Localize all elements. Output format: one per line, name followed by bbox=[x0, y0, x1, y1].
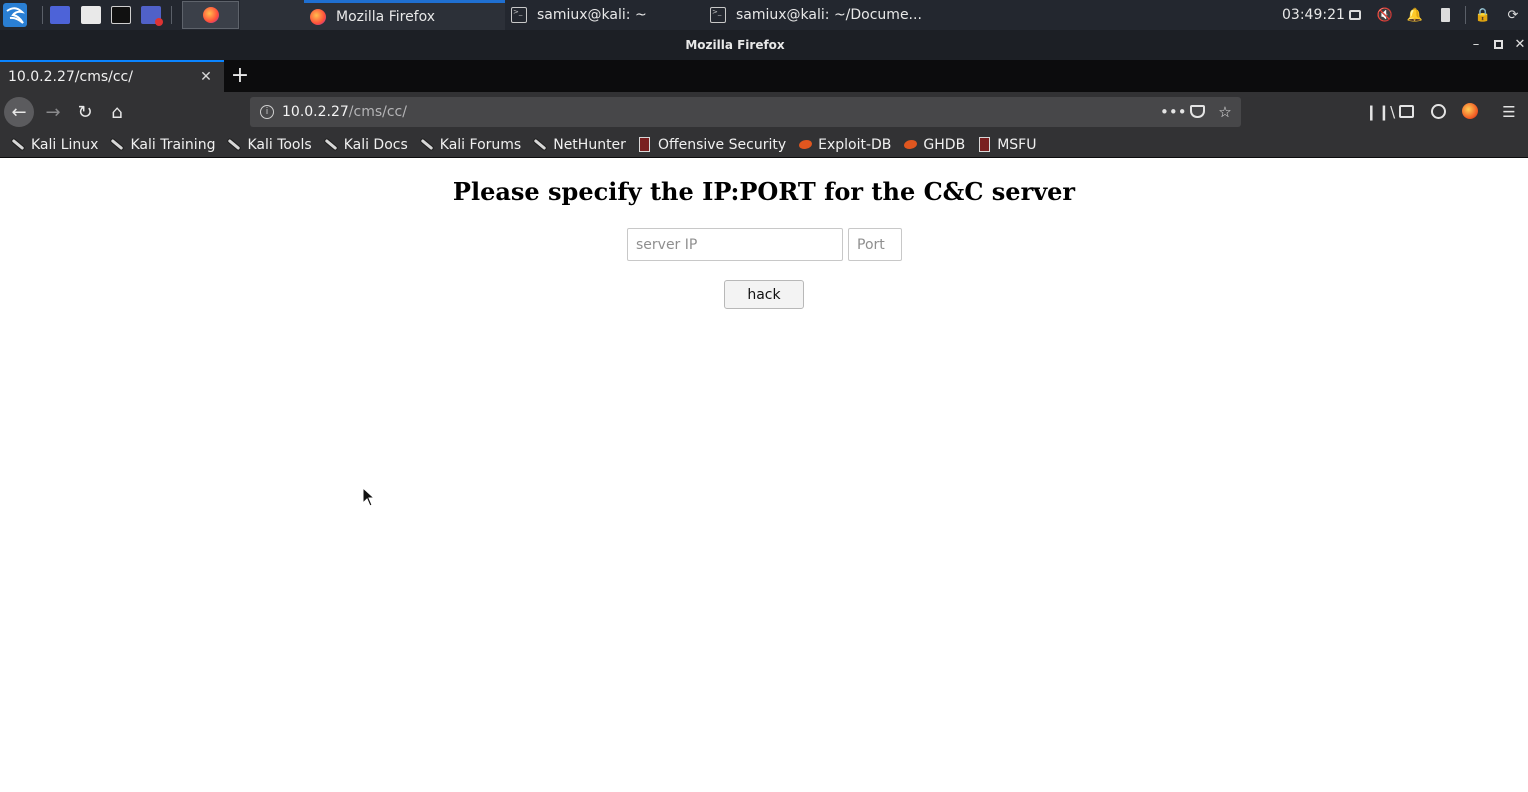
bookmark-nethunter[interactable]: NetHunter bbox=[532, 134, 631, 156]
firefox-launcher-button[interactable] bbox=[182, 1, 239, 29]
bookmark-kali-docs[interactable]: Kali Docs bbox=[323, 134, 413, 156]
bookmark-label: Kali Docs bbox=[343, 136, 408, 153]
file-manager-icon[interactable] bbox=[81, 6, 101, 24]
terminal-icon: >_ bbox=[511, 7, 527, 23]
bookmark-label: Offensive Security bbox=[657, 136, 787, 153]
extension-icon[interactable] bbox=[1461, 103, 1479, 121]
forward-button[interactable]: → bbox=[38, 97, 68, 127]
panel-separator bbox=[1465, 6, 1466, 24]
hack-button[interactable]: hack bbox=[724, 280, 804, 309]
new-tab-button[interactable]: + bbox=[230, 65, 250, 87]
arrow-right-icon: → bbox=[45, 101, 61, 123]
bookmark-ghdb[interactable]: GHDB bbox=[902, 134, 970, 156]
page-heading: Please specify the IP:PORT for the C&C s… bbox=[452, 177, 1076, 206]
kali-dragon-icon bbox=[323, 137, 339, 153]
exploit-db-icon bbox=[797, 137, 813, 153]
bookmark-kali-training[interactable]: Kali Training bbox=[109, 134, 220, 156]
bookmark-label: GHDB bbox=[923, 136, 966, 153]
bookmark-label: Kali Linux bbox=[31, 136, 99, 153]
bookmark-exploit-db[interactable]: Exploit-DB bbox=[797, 134, 896, 156]
url-text[interactable]: 10.0.2.27/cms/cc/ bbox=[282, 97, 407, 127]
kali-dragon-icon bbox=[532, 137, 548, 153]
maximize-icon[interactable] bbox=[1490, 37, 1506, 53]
taskbar-item-label: Mozilla Firefox bbox=[336, 8, 436, 25]
offsec-icon bbox=[637, 137, 653, 153]
server-ip-input[interactable] bbox=[627, 228, 843, 261]
notifications-bell-icon[interactable]: 🔔 bbox=[1407, 7, 1423, 23]
bookmark-label: NetHunter bbox=[553, 136, 626, 153]
kali-dragon-icon bbox=[109, 137, 125, 153]
volume-muted-icon[interactable]: 🔇 bbox=[1377, 7, 1393, 23]
show-desktop-icon[interactable] bbox=[50, 6, 70, 24]
page-actions-icon[interactable]: ••• bbox=[1160, 103, 1187, 121]
firefox-icon bbox=[310, 8, 326, 25]
bookmark-kali-forums[interactable]: Kali Forums bbox=[419, 134, 526, 156]
account-icon[interactable] bbox=[1429, 103, 1447, 121]
close-window-icon[interactable]: ✕ bbox=[1512, 37, 1528, 53]
taskbar-item-label: samiux@kali: ~/Docume... bbox=[736, 7, 922, 23]
bookmark-offensive-security[interactable]: Offensive Security bbox=[637, 134, 791, 156]
bookmark-label: Exploit-DB bbox=[818, 136, 892, 153]
desktop-top-panel: Mozilla Firefox >_ samiux@kali: ~ >_ sam… bbox=[0, 0, 1528, 30]
taskbar-item-terminal-home[interactable]: >_ samiux@kali: ~ bbox=[505, 0, 704, 30]
offsec-icon bbox=[976, 137, 992, 153]
kali-dragon-icon bbox=[419, 137, 435, 153]
kali-menu-icon[interactable] bbox=[2, 0, 28, 30]
back-button[interactable]: ← bbox=[4, 97, 34, 127]
taskbar-item-terminal-documents[interactable]: >_ samiux@kali: ~/Docume... bbox=[704, 0, 924, 30]
bookmark-label: Kali Forums bbox=[439, 136, 522, 153]
taskbar-item-label: samiux@kali: ~ bbox=[537, 7, 647, 23]
screen-recorder-icon[interactable] bbox=[141, 6, 163, 26]
terminal-launcher-icon[interactable] bbox=[111, 6, 131, 24]
mouse-cursor-icon bbox=[362, 487, 376, 507]
navigation-toolbar: ← → ↻ ⌂ i 10.0.2.27/cms/cc/ ••• ☆ ❙❙\ ☰ bbox=[0, 92, 1528, 132]
bookmark-label: Kali Training bbox=[130, 136, 216, 153]
power-icon[interactable]: ⟳ bbox=[1505, 7, 1521, 23]
taskbar-item-firefox[interactable]: Mozilla Firefox bbox=[304, 0, 505, 30]
workspace-switcher[interactable] bbox=[240, 0, 304, 30]
terminal-icon: >_ bbox=[710, 7, 726, 23]
library-icon[interactable]: ❙❙\ bbox=[1365, 103, 1395, 121]
url-host: 10.0.2.27 bbox=[282, 104, 349, 120]
site-info-icon[interactable]: i bbox=[260, 105, 274, 119]
battery-icon[interactable] bbox=[1437, 7, 1453, 23]
bookmark-label: MSFU bbox=[997, 136, 1037, 153]
reload-button[interactable]: ↻ bbox=[70, 97, 100, 127]
kali-dragon-icon bbox=[10, 137, 26, 153]
window-titlebar[interactable]: Mozilla Firefox – ✕ bbox=[0, 30, 1528, 60]
window-title: Mozilla Firefox bbox=[685, 38, 785, 52]
bookmark-label: Kali Tools bbox=[247, 136, 312, 153]
port-input[interactable] bbox=[848, 228, 902, 261]
hamburger-menu-icon[interactable]: ☰ bbox=[1500, 103, 1518, 121]
pocket-icon[interactable] bbox=[1188, 103, 1206, 121]
bookmark-kali-tools[interactable]: Kali Tools bbox=[226, 134, 316, 156]
browser-tab[interactable]: 10.0.2.27/cms/cc/ ✕ bbox=[0, 60, 224, 92]
panel-separator bbox=[171, 6, 172, 24]
browser-tab-strip: 10.0.2.27/cms/cc/ ✕ + bbox=[0, 60, 1528, 92]
bookmark-star-icon[interactable]: ☆ bbox=[1216, 103, 1234, 121]
bookmarks-toolbar: Kali Linux Kali Training Kali Tools Kali… bbox=[0, 132, 1528, 158]
url-path: /cms/cc/ bbox=[348, 104, 407, 120]
reload-icon: ↻ bbox=[77, 101, 93, 123]
url-bar[interactable]: i 10.0.2.27/cms/cc/ ••• ☆ bbox=[250, 97, 1241, 127]
lock-screen-icon[interactable]: 🔒 bbox=[1475, 7, 1491, 23]
firefox-icon bbox=[202, 7, 219, 23]
exploit-db-icon bbox=[902, 137, 918, 153]
bookmark-msfu[interactable]: MSFU bbox=[976, 134, 1041, 156]
page-content: Please specify the IP:PORT for the C&C s… bbox=[0, 158, 1528, 792]
arrow-left-icon: ← bbox=[11, 101, 27, 123]
display-icon[interactable] bbox=[1347, 7, 1363, 23]
minimize-icon[interactable]: – bbox=[1468, 37, 1484, 53]
panel-clock[interactable]: 03:49:21 bbox=[1282, 0, 1345, 30]
close-tab-icon[interactable]: ✕ bbox=[198, 69, 214, 85]
sidebar-icon[interactable] bbox=[1397, 103, 1415, 121]
panel-separator bbox=[42, 6, 43, 24]
kali-dragon-icon bbox=[226, 137, 242, 153]
home-button[interactable]: ⌂ bbox=[102, 97, 132, 127]
home-icon: ⌂ bbox=[111, 101, 123, 123]
tab-title: 10.0.2.27/cms/cc/ bbox=[8, 69, 133, 85]
bookmark-kali-linux[interactable]: Kali Linux bbox=[10, 134, 103, 156]
